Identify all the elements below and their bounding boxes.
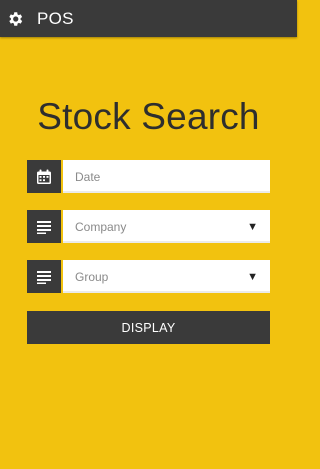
company-select-value: Company [75, 219, 127, 234]
group-select[interactable]: Group ▼ [63, 260, 270, 293]
group-field-row: Group ▼ [27, 260, 270, 293]
group-select-value: Group [75, 269, 109, 284]
company-select[interactable]: Company ▼ [63, 210, 270, 243]
list-icon [27, 210, 61, 243]
app-title: POS [37, 8, 74, 28]
date-placeholder: Date [75, 169, 101, 184]
caret-down-icon: ▼ [247, 270, 258, 283]
gear-icon[interactable] [6, 10, 24, 28]
list-icon [27, 260, 61, 293]
app-bar: POS [0, 0, 297, 37]
caret-down-icon: ▼ [247, 220, 258, 233]
display-button[interactable]: DISPLAY [27, 311, 270, 344]
date-input[interactable]: Date [63, 160, 270, 193]
company-field-row: Company ▼ [27, 210, 270, 243]
date-field-row: Date [27, 160, 270, 193]
calendar-icon[interactable] [27, 160, 61, 193]
page-title: Stock Search [37, 96, 260, 137]
